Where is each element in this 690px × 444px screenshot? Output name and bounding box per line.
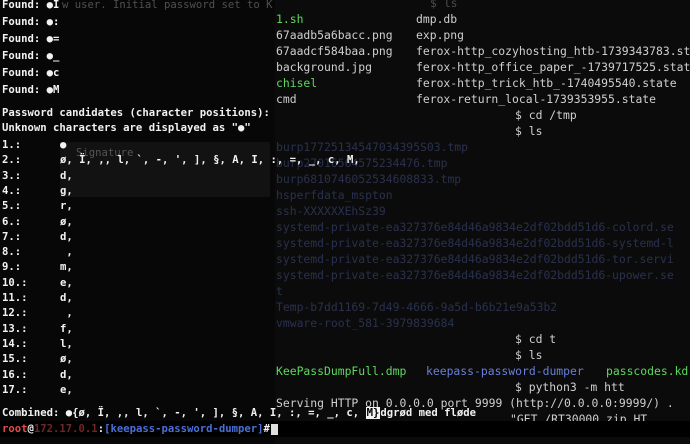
bg-file-row: background.jpg ferox-http_office_paper_-1…	[276, 60, 690, 74]
position-candidates: d,	[60, 169, 73, 182]
shell-prompt[interactable]: root@172.17.0.1:[keepass-password-dumper…	[0, 421, 690, 437]
bg-cmd-cd-t: $ cd t	[515, 332, 557, 346]
position-candidates: ,	[60, 246, 73, 259]
position-index: 9.:	[2, 261, 22, 274]
position-row: 4.: g,	[2, 184, 73, 198]
position-index: 5.:	[2, 200, 22, 213]
bg-file-row2: KeePassDumpFull.dmp keepass-password-dump…	[276, 364, 689, 378]
found-line: Found: ●I	[2, 0, 60, 11]
position-row: 11.: d,	[2, 291, 73, 305]
bg-file-row: cmd ferox-return_local-1739353955.state	[276, 92, 657, 106]
position-candidates: d,	[60, 292, 73, 304]
prompt-host: 172.17.0.1	[33, 423, 98, 435]
position-index: 15.:	[2, 353, 28, 366]
text-cursor[interactable]	[270, 423, 278, 435]
position-candidates: g,	[60, 184, 73, 197]
position-candidates: l,	[60, 337, 73, 350]
found-line: Found: ●c	[2, 67, 60, 79]
position-candidates: e,	[60, 276, 73, 289]
position-index: 8.:	[2, 246, 22, 259]
position-index: 4.:	[2, 184, 22, 197]
position-row: 10.: e,	[2, 276, 73, 290]
combined-line: Combined: ●{ø, Ï, ,, l, `, -, ', ], §, A…	[2, 407, 476, 419]
position-index: 6.:	[2, 215, 22, 228]
bg-tmp-entry: systemd-private-ea327376e84d46a9834e2df0…	[276, 220, 674, 234]
position-row: 17.: e,	[2, 383, 73, 397]
position-index: 2.:	[2, 154, 22, 167]
bg-cmd-http-server: $ python3 -m htt	[515, 380, 625, 394]
prompt-line: root@172.17.0.1:[keepass-password-dumper…	[2, 422, 278, 436]
bg-file-row: 1.sh dmp.db	[276, 12, 458, 26]
ghost-email-text: w user. Initial password set to K	[62, 0, 273, 11]
position-row: 7.: d,	[2, 230, 73, 244]
position-index: 14.:	[2, 337, 28, 350]
position-index: 11.:	[2, 292, 28, 304]
background-terminal[interactable]: $ ls 1.sh dmp.db 67aadb5a6bacc.png exp.png…	[270, 0, 690, 444]
position-index: 1.:	[2, 139, 22, 151]
position-row: 8.: ,	[2, 245, 73, 259]
position-candidates: m,	[60, 261, 73, 274]
bg-file-row: 67aadb5a6bacc.png exp.png	[276, 28, 465, 42]
position-candidates: d,	[60, 230, 73, 243]
found-line: Found: ●=	[2, 33, 60, 45]
bg-tmp-entry: burp6810746052534608833.tmp	[276, 172, 462, 186]
position-row: 15.: ø,	[2, 352, 73, 366]
position-candidates: ,	[60, 307, 73, 320]
found-line: Found: ●:	[2, 16, 60, 28]
bg-file-row: chisel ferox-http_trick_htb_-1740495540.s…	[276, 76, 677, 90]
position-row: 9.: m,	[2, 260, 73, 274]
position-index: 12.:	[2, 307, 28, 320]
position-index: 16.:	[2, 368, 28, 381]
position-candidates: ø,	[60, 215, 73, 228]
bg-file-row: 67aadcf584baa.png ferox-http_cozyhosting_…	[276, 44, 690, 58]
bg-cmd-ls: $ ls	[515, 124, 543, 138]
bg-tmp-entry: t	[276, 284, 283, 298]
bg-top-cmd: $ ls	[430, 0, 458, 10]
bg-tmp-entry: ssh-XXXXXXEhSz39	[276, 204, 386, 218]
position-index: 17.:	[2, 383, 28, 396]
position-index: 10.:	[2, 276, 28, 289]
position-row: 3.: d,	[2, 169, 73, 183]
position-row: 12.: ,	[2, 306, 73, 320]
position-row: 13.: f,	[2, 322, 73, 336]
position-candidates: r,	[60, 200, 73, 213]
bg-tmp-entry: burp17725134547034395S03.tmp	[276, 140, 469, 154]
bg-tmp-entry: systemd-private-ea327376e84d46a9834e2df0…	[276, 268, 674, 282]
position-candidates: e,	[60, 383, 73, 396]
found-line: Found: ●M	[2, 84, 60, 96]
position-row: 16.: d,	[2, 368, 73, 382]
position-candidates: f,	[60, 322, 73, 335]
position-row: 2.: ø, Ï, ,, l, `, -, ', ], §, A, I, :, =…	[2, 153, 360, 167]
bg-cmd-ls2: $ ls	[515, 348, 543, 362]
bg-tmp-entry: hsperfdata_mspton	[276, 188, 393, 202]
position-row: 1.: ●	[2, 138, 66, 152]
position-index: 3.:	[2, 169, 22, 182]
position-index: 7.:	[2, 230, 22, 243]
combined-highlight: M}	[365, 407, 381, 419]
position-candidates: ●	[60, 139, 67, 151]
position-candidates: d,	[60, 368, 73, 381]
position-row: 6.: ø,	[2, 215, 73, 229]
desktop: $ ls 1.sh dmp.db 67aadb5a6bacc.png exp.png…	[0, 0, 690, 444]
position-candidates: ø, Ï, ,, l, `, -, ', ], §, A, I, :, =, _…	[60, 154, 360, 167]
prompt-directory: [keepass-password-dumper]	[104, 423, 264, 435]
prompt-user: root	[2, 423, 28, 435]
position-candidates: ø,	[60, 353, 73, 366]
bg-tmp-entry: systemd-private-ea327376e84d46a9834e2df0…	[276, 252, 674, 266]
unknown-chars-note: Unknown characters are displayed as "●"	[2, 122, 251, 134]
position-row: 5.: r,	[2, 199, 73, 213]
position-row: 14.: l,	[2, 337, 73, 351]
bg-tmp-entry: systemd-private-ea327376e84d46a9834e2df0…	[276, 236, 674, 250]
candidates-header: Password candidates (character positions…	[2, 107, 270, 119]
bg-cmd-cd-tmp: $ cd /tmp	[515, 108, 577, 122]
foreground-terminal[interactable]: w user. Initial password set to K Signat…	[0, 0, 476, 444]
bg-tmp-entry: Temp-b7dd1169-7d49-4666-9a5d-b6b21e9a53b…	[276, 300, 558, 314]
found-line: Found: ●_	[2, 50, 60, 62]
bg-tmp-entry: vmware-root_581-3979839684	[276, 316, 455, 330]
position-index: 13.:	[2, 322, 28, 335]
